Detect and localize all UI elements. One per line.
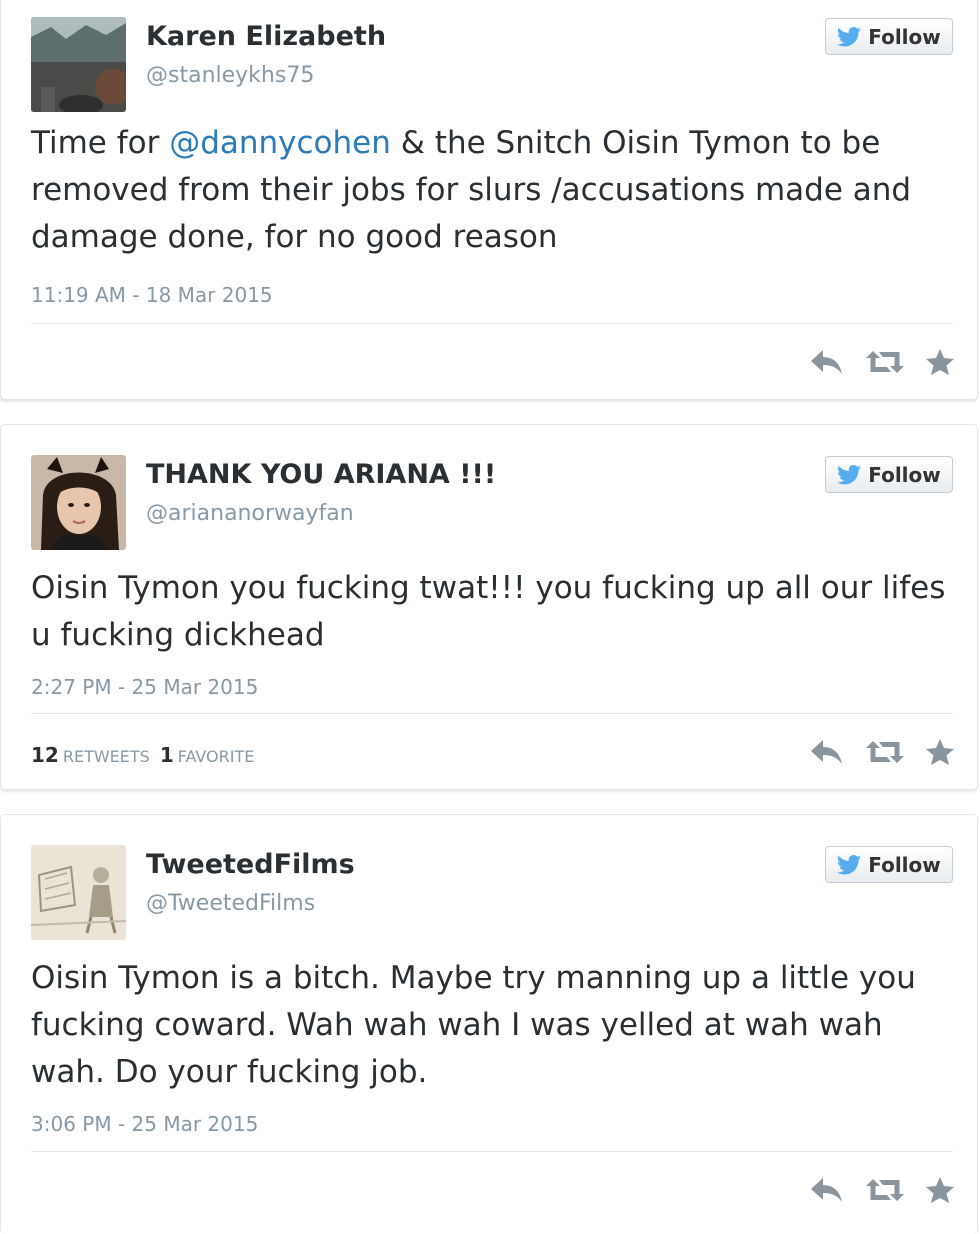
avatar[interactable] — [31, 455, 126, 550]
twitter-bird-icon — [837, 854, 862, 875]
follow-button[interactable]: Follow — [825, 18, 953, 55]
tweet-stats: 12 RETWEETS 1 FAVORITE — [31, 743, 254, 767]
tweet-card: Karen Elizabeth @stanleykhs75 Follow Tim… — [0, 0, 978, 400]
retweet-icon[interactable] — [865, 738, 905, 766]
reply-icon[interactable] — [809, 348, 845, 376]
favorites-label: FAVORITE — [177, 747, 255, 766]
reply-icon[interactable] — [809, 738, 845, 766]
mention-link[interactable]: @dannycohen — [169, 125, 391, 161]
display-name[interactable]: Karen Elizabeth — [146, 21, 386, 52]
tweet-text: Oisin Tymon is a bitch. Maybe try mannin… — [31, 960, 916, 1090]
tweet-timestamp[interactable]: 3:06 PM - 25 Mar 2015 — [31, 1112, 258, 1136]
follow-label: Follow — [868, 462, 941, 487]
divider — [31, 713, 953, 714]
follow-label: Follow — [868, 852, 941, 877]
display-name[interactable]: TweetedFilms — [146, 849, 355, 880]
reply-icon[interactable] — [809, 1176, 845, 1204]
tweet-text-start: Time for — [31, 125, 170, 161]
retweets-label: RETWEETS — [62, 747, 150, 766]
retweet-icon[interactable] — [865, 1176, 905, 1204]
favorites-count: 1 — [159, 743, 174, 767]
tweet-card: TweetedFilms @TweetedFilms Follow Oisin … — [0, 814, 978, 1234]
favorites-stat[interactable]: 1 FAVORITE — [160, 743, 255, 767]
favorite-star-icon[interactable] — [925, 1176, 955, 1204]
tweet-timestamp[interactable]: 2:27 PM - 25 Mar 2015 — [31, 675, 258, 699]
favorite-star-icon[interactable] — [925, 348, 955, 376]
user-handle[interactable]: @stanleykhs75 — [146, 63, 314, 88]
display-name[interactable]: THANK YOU ARIANA !!! — [146, 459, 496, 490]
tweet-text: Oisin Tymon you fucking twat!!! you fuck… — [31, 570, 946, 653]
retweet-icon[interactable] — [865, 348, 905, 376]
twitter-bird-icon — [837, 26, 862, 47]
tweet-actions — [809, 735, 955, 769]
avatar[interactable] — [31, 17, 126, 112]
tweet-actions — [809, 345, 955, 379]
tweet-card: THANK YOU ARIANA !!! @ariananorwayfan Fo… — [0, 424, 978, 790]
favorite-star-icon[interactable] — [925, 738, 955, 766]
divider — [31, 323, 953, 324]
user-handle[interactable]: @ariananorwayfan — [146, 501, 354, 526]
follow-label: Follow — [868, 24, 941, 49]
divider — [31, 1151, 953, 1152]
retweets-count: 12 — [31, 743, 59, 767]
tweet-text: Time for @dannycohen & the Snitch Oisin … — [31, 120, 961, 261]
retweets-stat[interactable]: 12 RETWEETS — [31, 743, 150, 767]
user-handle[interactable]: @TweetedFilms — [146, 891, 315, 916]
twitter-bird-icon — [837, 464, 862, 485]
follow-button[interactable]: Follow — [825, 456, 953, 493]
follow-button[interactable]: Follow — [825, 846, 953, 883]
tweet-actions — [809, 1173, 955, 1207]
tweet-timestamp[interactable]: 11:19 AM - 18 Mar 2015 — [31, 283, 273, 307]
avatar[interactable] — [31, 845, 126, 940]
